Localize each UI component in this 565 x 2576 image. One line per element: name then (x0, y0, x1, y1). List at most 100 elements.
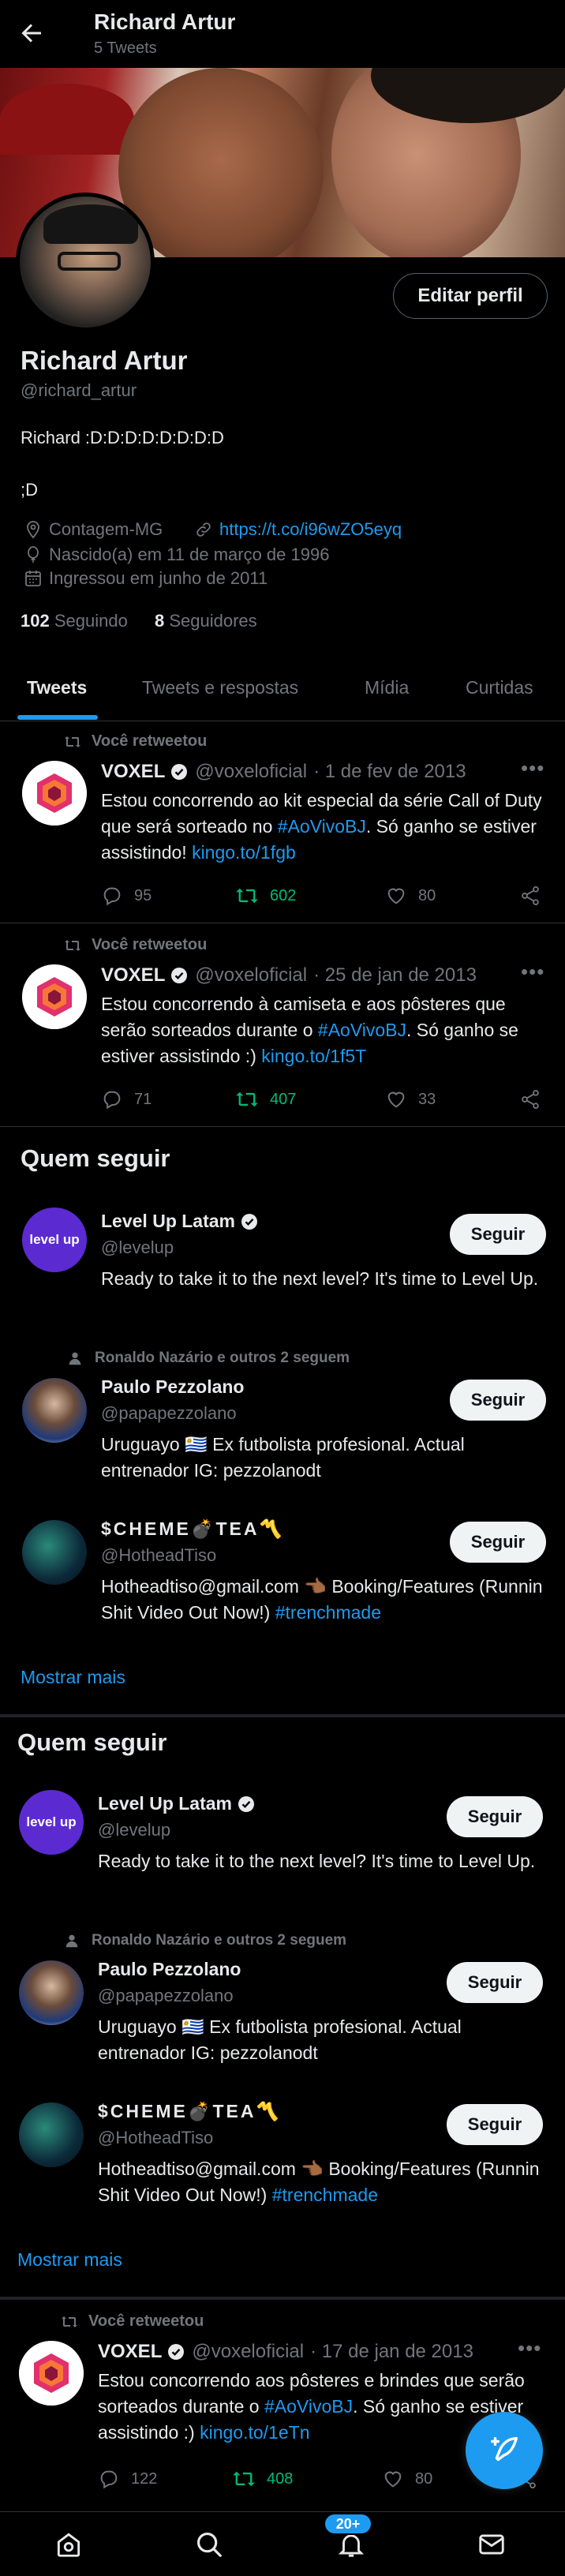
follow-suggestion[interactable]: $CHEME💣TEA〽️ @HotheadTiso Hotheadtiso@gm… (0, 2098, 565, 2224)
header-tweet-count: 5 Tweets (94, 39, 157, 57)
tweet-actions: 95 602 80 (101, 885, 551, 912)
compose-tweet-button[interactable] (466, 2412, 543, 2489)
show-more-link[interactable]: Mostrar mais (21, 1667, 125, 1688)
suggestion-name[interactable]: $CHEME💣TEA〽️ (98, 2101, 281, 2122)
suggestion-name[interactable]: $CHEME💣TEA〽️ (101, 1518, 284, 1540)
voxel-avatar[interactable] (22, 761, 87, 826)
voxel-avatar[interactable] (22, 964, 87, 1029)
tweet-date[interactable]: · 1 de fev de 2013 (313, 761, 466, 783)
profile-handle: @richard_artur (21, 380, 137, 400)
tweet-author-handle[interactable]: @voxeloficial (195, 761, 307, 783)
tweet-card[interactable]: Você retweetou VOXEL @voxeloficial · 25 … (0, 925, 565, 1127)
verified-badge-icon (167, 2342, 185, 2361)
retweet-button[interactable]: 407 (235, 1088, 296, 1110)
tweet-author-handle[interactable]: @voxeloficial (195, 964, 307, 987)
tweet-link[interactable]: kingo.to/1eTn (200, 2422, 309, 2443)
tweet-card[interactable]: Você retweetou VOXEL @voxeloficial · 1 d… (0, 721, 565, 923)
balloon-icon (24, 545, 49, 564)
followers-link[interactable]: 8 Seguidores (155, 611, 257, 631)
share-button[interactable] (519, 885, 552, 907)
tweet-link[interactable]: kingo.to/1f5T (261, 1046, 366, 1066)
follow-suggestion[interactable]: $CHEME💣TEA〽️ @HotheadTiso Hotheadtiso@gm… (0, 1515, 565, 1642)
show-more-link[interactable]: Mostrar mais (17, 2249, 122, 2271)
like-button[interactable]: 80 (385, 885, 436, 907)
profile-avatar[interactable] (16, 193, 155, 331)
header-title: Richard Artur (94, 9, 236, 34)
suggestion-handle[interactable]: @levelup (101, 1237, 174, 1258)
suggestion-name[interactable]: Paulo Pezzolano (101, 1376, 244, 1398)
follow-button[interactable]: Seguir (450, 1380, 546, 1421)
tab-tweets[interactable]: Tweets (27, 677, 87, 698)
active-tab-indicator (17, 715, 98, 720)
suggestion-handle[interactable]: @levelup (98, 1820, 170, 1840)
tweet-hashtag[interactable]: #AoVivoBJ (278, 816, 366, 837)
levelup-avatar[interactable]: level up (22, 1208, 87, 1272)
suggestion-handle[interactable]: @HotheadTiso (98, 2128, 213, 2148)
suggestion-handle[interactable]: @papapezzolano (98, 1986, 234, 2006)
tweet-author-handle[interactable]: @voxeloficial (192, 2341, 304, 2363)
messages-envelope-icon[interactable] (477, 2529, 507, 2559)
reply-button[interactable]: 71 (101, 1088, 152, 1110)
follow-suggestion[interactable]: Paulo Pezzolano @papapezzolano Uruguayo … (0, 1373, 565, 1500)
more-options-icon[interactable]: ••• (518, 2336, 541, 2361)
tweet-author-name[interactable]: VOXEL (98, 2341, 162, 2363)
bio-hashtag[interactable]: #trenchmade (275, 1602, 381, 1623)
follow-suggestion[interactable]: level up Level Up Latam @levelup Ready t… (0, 1785, 565, 1911)
home-icon[interactable] (54, 2529, 84, 2559)
retweet-count: 602 (270, 886, 297, 904)
voxel-avatar[interactable] (19, 2341, 84, 2406)
website-link[interactable]: https://t.co/i96wZO5eyq (219, 519, 402, 540)
tweet-author-name[interactable]: VOXEL (101, 964, 165, 987)
verified-badge-icon (237, 1795, 256, 1814)
suggestion-bio: Uruguayo 🇺🇾 Ex futbolista profesional. A… (98, 2016, 462, 2063)
tweet-date[interactable]: · 25 de jan de 2013 (313, 964, 477, 987)
more-options-icon[interactable]: ••• (521, 756, 544, 781)
profile-website[interactable]: https://t.co/i96wZO5eyq (194, 519, 402, 540)
tweet-hashtag[interactable]: #AoVivoBJ (318, 1020, 406, 1040)
search-icon[interactable] (194, 2529, 224, 2559)
reply-button[interactable]: 122 (98, 2468, 157, 2490)
follow-suggestion[interactable]: level up Level Up Latam @levelup Ready t… (0, 1203, 565, 1329)
like-button[interactable]: 33 (385, 1088, 436, 1110)
follow-button[interactable]: Seguir (447, 2104, 543, 2145)
tweet-header: VOXEL @voxeloficial · 25 de jan de 2013 (101, 964, 477, 987)
location-pin-icon (24, 520, 49, 539)
scheme-tea-avatar[interactable] (22, 1520, 87, 1585)
follow-button[interactable]: Seguir (450, 1214, 546, 1255)
retweet-button[interactable]: 602 (235, 885, 296, 907)
retweet-button[interactable]: 408 (232, 2468, 293, 2490)
suggestion-name[interactable]: Level Up Latam (98, 1793, 256, 1814)
reply-button[interactable]: 95 (101, 885, 152, 907)
like-count: 33 (418, 1090, 436, 1108)
scheme-tea-avatar[interactable] (19, 2102, 84, 2167)
follow-suggestion[interactable]: Paulo Pezzolano @papapezzolano Uruguayo … (0, 1956, 565, 2082)
tab-likes[interactable]: Curtidas (466, 677, 533, 698)
tweet-date[interactable]: · 17 de jan de 2013 (310, 2341, 473, 2363)
back-arrow-icon[interactable] (17, 19, 49, 51)
avatar-cap-shape (43, 204, 138, 244)
edit-profile-button[interactable]: Editar perfil (393, 273, 548, 319)
suggestion-name[interactable]: Paulo Pezzolano (98, 1959, 241, 1980)
paulo-avatar[interactable] (22, 1378, 87, 1443)
tweet-hashtag[interactable]: #AoVivoBJ (264, 2396, 353, 2417)
suggestion-handle[interactable]: @papapezzolano (101, 1403, 237, 1424)
tweet-link[interactable]: kingo.to/1fgb (192, 842, 296, 863)
follow-button[interactable]: Seguir (447, 1962, 543, 2003)
following-link[interactable]: 102 Seguindo (21, 611, 128, 631)
tab-tweets-and-replies[interactable]: Tweets e respostas (142, 677, 298, 698)
more-options-icon[interactable]: ••• (521, 960, 544, 984)
paulo-avatar[interactable] (19, 1960, 84, 2025)
joined-text: Ingressou em junho de 2011 (49, 568, 268, 588)
follow-button[interactable]: Seguir (450, 1522, 546, 1563)
like-button[interactable]: 80 (382, 2468, 432, 2490)
reply-icon (101, 1088, 134, 1110)
bio-hashtag[interactable]: #trenchmade (272, 2185, 378, 2205)
levelup-avatar[interactable]: level up (19, 1790, 84, 1855)
suggestion-name[interactable]: Level Up Latam (101, 1211, 259, 1232)
tweet-header: VOXEL @voxeloficial · 1 de fev de 2013 (101, 761, 466, 783)
suggestion-handle[interactable]: @HotheadTiso (101, 1545, 216, 1566)
follow-button[interactable]: Seguir (447, 1796, 543, 1837)
tab-media[interactable]: Mídia (365, 677, 409, 698)
share-button[interactable] (519, 1088, 552, 1110)
tweet-author-name[interactable]: VOXEL (101, 761, 165, 783)
